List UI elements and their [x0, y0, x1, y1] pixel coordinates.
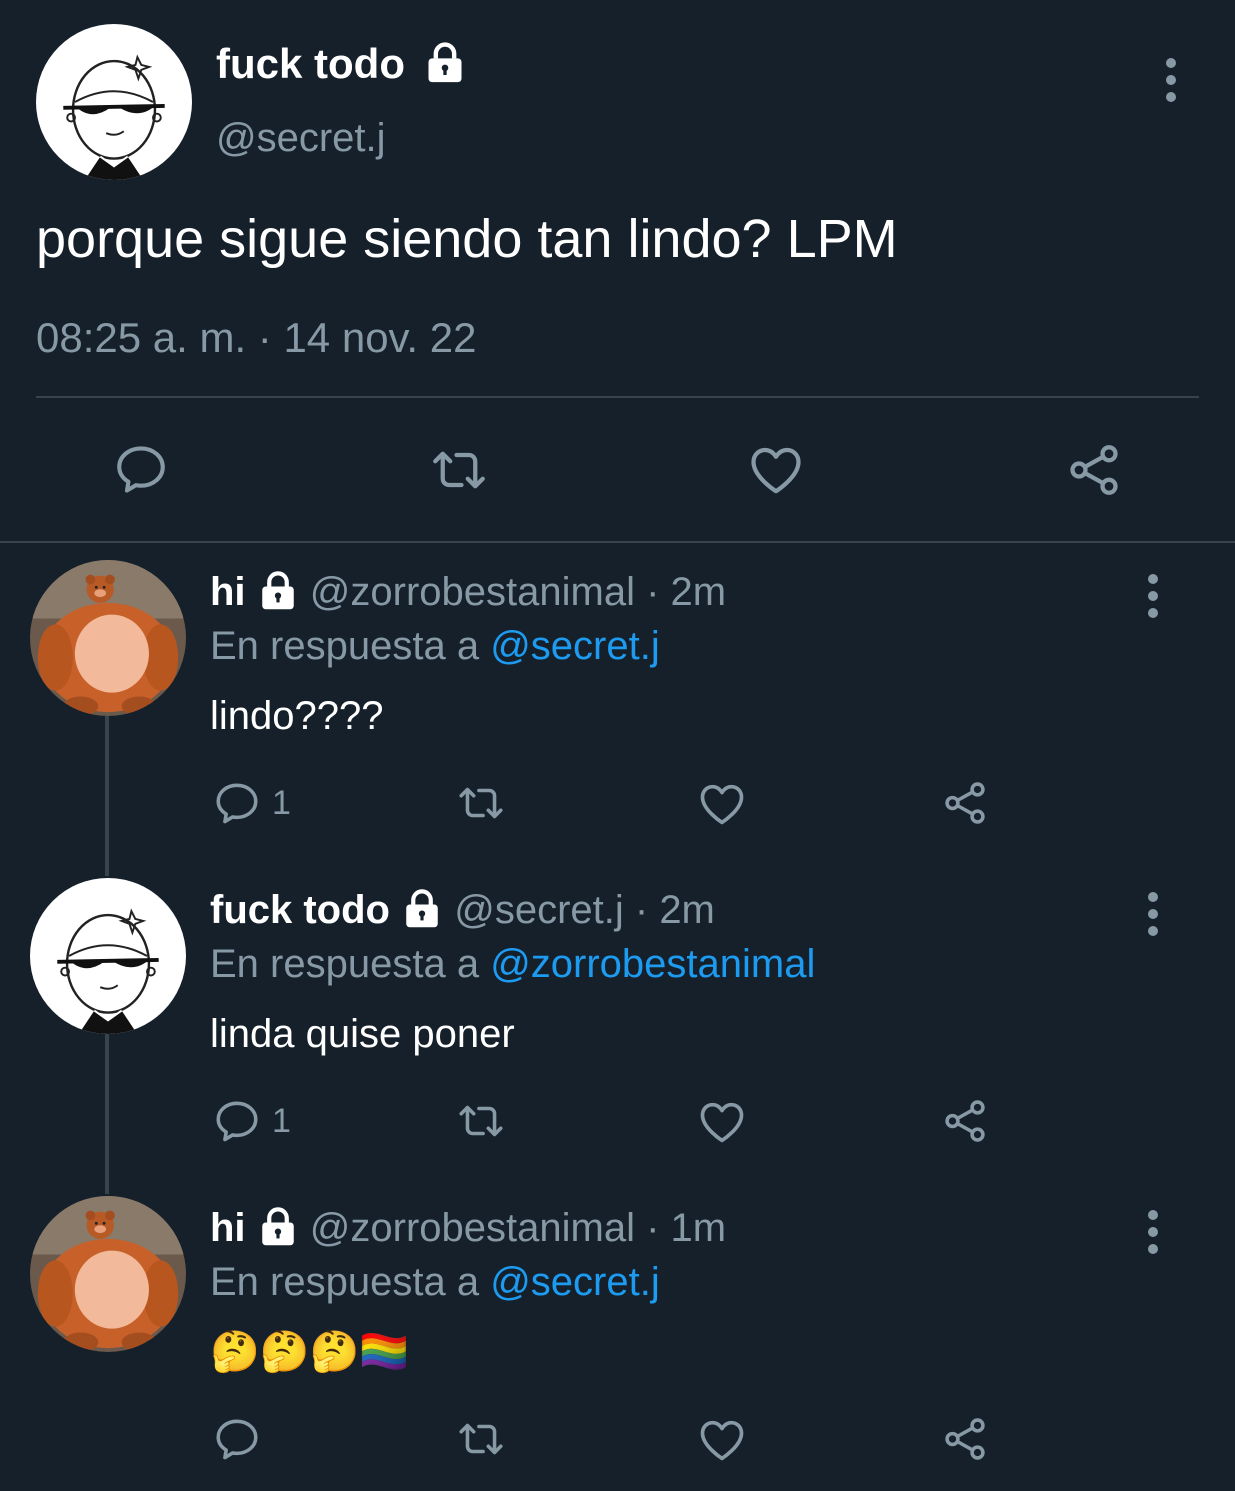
reply-time: · 2m — [634, 570, 727, 614]
reply-header: fuck todo @secret.j · 2m — [210, 888, 715, 933]
reply-button[interactable]: 1 — [212, 778, 291, 828]
reply-time: · 2m — [623, 888, 715, 932]
reply-prefix: En respuesta a — [210, 1260, 491, 1304]
reply-time: · 1m — [634, 1206, 727, 1250]
reply-icon — [212, 778, 262, 828]
author-display-name[interactable]: fuck todo — [216, 40, 405, 87]
heart-icon — [746, 440, 806, 500]
reply-text: lindo???? — [210, 694, 384, 738]
heart-icon — [696, 778, 748, 830]
reply-icon — [212, 1414, 262, 1464]
share-icon — [1064, 440, 1124, 500]
reply-text: linda quise poner — [210, 1012, 515, 1056]
reply-icon — [212, 1096, 262, 1146]
retweet-icon — [452, 778, 510, 828]
share-icon — [940, 1096, 990, 1146]
thread-line — [105, 1034, 109, 1194]
retweet-icon — [452, 1096, 510, 1146]
reply-display-name[interactable]: hi — [210, 1206, 246, 1250]
share-button[interactable] — [940, 778, 990, 828]
reply-button[interactable]: 1 — [212, 1096, 291, 1146]
share-button[interactable] — [940, 1414, 990, 1464]
lock-icon — [423, 40, 467, 84]
like-button[interactable] — [696, 1096, 748, 1148]
reply-count: 1 — [272, 1101, 291, 1140]
share-icon — [940, 1414, 990, 1464]
more-vertical-icon[interactable] — [1148, 892, 1158, 943]
retweet-icon — [452, 1414, 510, 1464]
reply-avatar[interactable] — [30, 878, 186, 1034]
divider — [36, 396, 1199, 398]
share-icon — [940, 778, 990, 828]
reply-context: En respuesta a @secret.j — [210, 1260, 660, 1305]
more-vertical-icon[interactable] — [1148, 1210, 1158, 1261]
reply-icon — [112, 440, 170, 498]
reply-display-name[interactable]: hi — [210, 570, 246, 614]
author-name-row: fuck todo — [216, 40, 467, 88]
reply-handle[interactable]: @secret.j — [454, 888, 624, 932]
retweet-button[interactable] — [452, 1414, 510, 1464]
tweet-text: porque sigue siendo tan lindo? LPM — [36, 209, 898, 269]
reply-text: 🤔🤔🤔🏳️‍🌈 — [210, 1330, 410, 1374]
reply-prefix: En respuesta a — [210, 942, 491, 986]
reply-avatar[interactable] — [30, 560, 186, 716]
reply-context: En respuesta a @secret.j — [210, 624, 660, 669]
tweet-timestamp[interactable]: 08:25 a. m. · 14 nov. 22 — [36, 314, 477, 362]
more-vertical-icon[interactable] — [1166, 58, 1176, 109]
share-button[interactable] — [940, 1096, 990, 1146]
reply-count: 1 — [272, 783, 291, 822]
reply-header: hi @zorrobestanimal · 2m — [210, 570, 726, 615]
reply-header: hi @zorrobestanimal · 1m — [210, 1206, 726, 1251]
section-divider — [0, 541, 1235, 543]
retweet-button[interactable] — [452, 778, 510, 828]
retweet-button[interactable] — [424, 440, 494, 500]
share-button[interactable] — [1064, 440, 1124, 500]
heart-icon — [696, 1414, 748, 1466]
lock-icon — [257, 1205, 299, 1247]
lock-icon — [401, 887, 443, 929]
reply-to-link[interactable]: @secret.j — [490, 624, 660, 668]
reply-avatar[interactable] — [30, 1196, 186, 1352]
thread-line — [105, 716, 109, 876]
author-avatar[interactable] — [36, 24, 192, 180]
more-vertical-icon[interactable] — [1148, 574, 1158, 625]
heart-icon — [696, 1096, 748, 1148]
retweet-icon — [424, 440, 494, 500]
reply-to-link[interactable]: @secret.j — [490, 1260, 660, 1304]
like-button[interactable] — [696, 778, 748, 830]
like-button[interactable] — [746, 440, 806, 500]
reply-button[interactable] — [212, 1414, 262, 1464]
reply-button[interactable] — [112, 440, 170, 498]
reply-to-link[interactable]: @zorrobestanimal — [490, 942, 815, 986]
reply-prefix: En respuesta a — [210, 624, 491, 668]
reply-handle[interactable]: @zorrobestanimal — [310, 570, 635, 614]
author-handle[interactable]: @secret.j — [216, 116, 386, 161]
reply-display-name[interactable]: fuck todo — [210, 888, 390, 932]
retweet-button[interactable] — [452, 1096, 510, 1146]
like-button[interactable] — [696, 1414, 748, 1466]
reply-context: En respuesta a @zorrobestanimal — [210, 942, 815, 987]
reply-handle[interactable]: @zorrobestanimal — [310, 1206, 635, 1250]
lock-icon — [257, 569, 299, 611]
